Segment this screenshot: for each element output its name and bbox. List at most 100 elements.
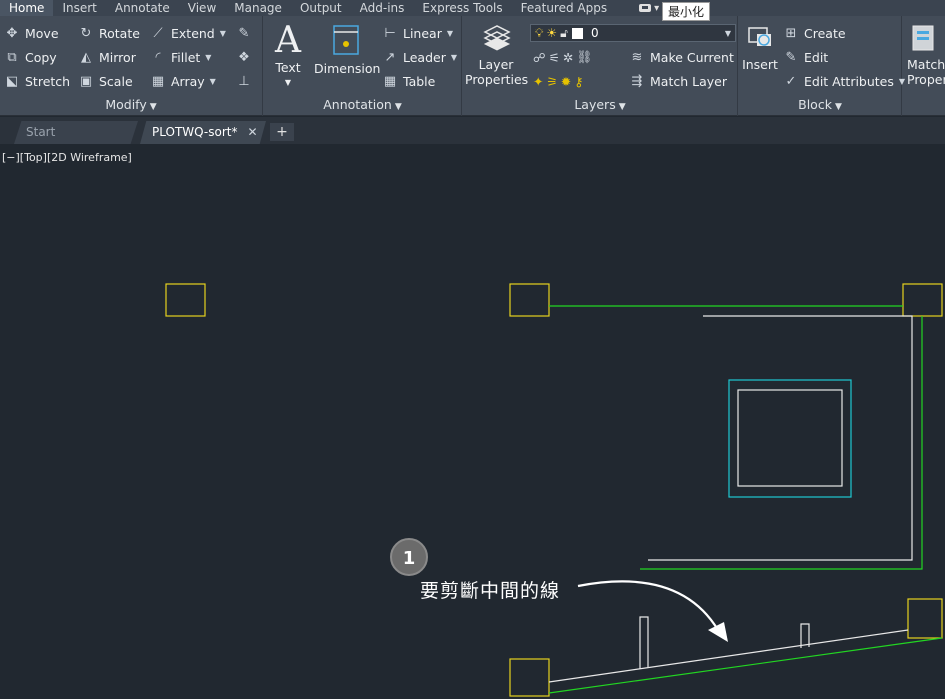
tab-express-tools[interactable]: Express Tools [413,0,511,16]
chevron-down-icon: ▼ [834,102,842,112]
tab-start[interactable]: Start [14,121,138,144]
insert-button[interactable]: Insert [741,22,779,72]
white-inner-square[interactable] [737,389,843,487]
extend-button[interactable]: ⟋ Extend ▼ [150,23,225,43]
green-wall-right[interactable] [640,316,923,570]
edit-attributes-button[interactable]: ✓ Edit Attributes ▼ [783,71,906,91]
layers-panel-title[interactable]: Layers ▼ [463,96,737,114]
tab-add-ins[interactable]: Add-ins [351,0,414,16]
scale-button[interactable]: ▣ Scale [78,71,133,91]
rotate-icon: ↻ [80,25,92,41]
tab-home[interactable]: Home [0,0,54,16]
layer-freeze-icon: ✲ [562,49,577,65]
offset-button[interactable]: ⊥ [236,71,257,91]
tab-insert[interactable]: Insert [53,0,105,16]
text-icon: A [275,20,301,61]
block-panel-title[interactable]: Block ▼ [739,96,901,114]
match-layer-button[interactable]: ⇶ Match Layer [629,71,727,91]
explode-button[interactable]: ❖ [236,47,257,67]
create-block-icon: ⊞ [785,25,797,41]
properties-panel: Match Properties [903,16,945,116]
tab-drawing-active[interactable]: PLOTWQ-sort* ✕ [140,121,266,144]
annotation-panel-title[interactable]: Annotation ▼ [264,96,461,114]
dimension-icon [333,25,359,55]
copy-icon: ⧉ [7,49,17,65]
tooltip: 最小化 [662,2,711,21]
current-layer-name: 0 [590,26,599,40]
make-current-icon: ≋ [631,49,643,65]
text-button[interactable]: A Text ▼ [270,22,306,90]
tab-featured-apps[interactable]: Featured Apps [512,0,616,16]
layer-dropdown[interactable]: 💡︎ ☀ 🔓︎ 0 ▼ [530,24,736,42]
column-square-top-left[interactable] [165,283,206,317]
chevron-down-icon: ▼ [209,76,216,86]
annotation-note: 要剪斷中間的線 [420,580,561,602]
rotate-button[interactable]: ↻ Rotate [78,23,140,43]
leader-icon: ↗ [384,49,396,65]
chevron-down-icon: ▼ [284,78,292,87]
make-current-button[interactable]: ≋ Make Current [629,47,734,67]
mirror-button[interactable]: ◭ Mirror [78,47,136,67]
fillet-icon: ◜ [155,49,161,65]
stretch-button[interactable]: ⬕ Stretch [4,71,70,91]
cyan-outer-square[interactable] [728,379,852,498]
layer-thaw-icon: ✹ [560,73,575,89]
layers-panel: Layer Properties 💡︎ ☀ 🔓︎ 0 ▼ ☍ ⚟ ✲ ⛓ ≋ Make … [463,16,738,116]
white-wall-inner[interactable] [648,315,913,561]
layer-stack-icon [483,25,511,51]
column-square-bottom-right[interactable] [907,598,943,639]
dimension-button[interactable]: Dimension [314,22,380,76]
tab-manage[interactable]: Manage [225,0,291,16]
layer-color-swatch [571,27,583,39]
fillet-button[interactable]: ◜ Fillet ▼ [150,47,211,67]
annotation-panel: A Text ▼ Dimension ⊢ Linear ▼ ↗ Leader ▼ ▦ Ta… [264,16,462,116]
match-properties-icon [912,25,934,51]
ribbon-tab-bar: Home Insert Annotate View Manage Output … [0,0,945,16]
drawing-canvas[interactable] [0,144,945,699]
layer-off-icon: ☍ [533,49,549,65]
explode-icon: ❖ [238,49,250,65]
erase-button[interactable]: ✎ [236,23,257,43]
layer-properties-button[interactable]: Layer Properties [465,22,528,87]
white-wall-bottom-slope[interactable] [548,629,909,683]
column-square-top-right[interactable] [902,283,943,317]
array-icon: ▦ [151,73,165,89]
drawing-viewport[interactable]: [−][Top][2D Wireframe] 1 要剪斷中間的線 [0,144,945,699]
insert-block-icon [748,27,771,46]
annotation-arrowhead [708,622,728,642]
copy-button[interactable]: ⧉ Copy [4,47,56,67]
table-button[interactable]: ▦ Table [382,71,435,91]
layer-tools-row-1[interactable]: ☍ ⚟ ✲ ⛓ [533,47,595,67]
tab-annotate[interactable]: Annotate [106,0,179,16]
minimize-ribbon-toggle[interactable]: ▾ [638,3,659,14]
tab-output[interactable]: Output [291,0,351,16]
linear-dimension-icon: ⊢ [384,25,396,41]
tab-view[interactable]: View [179,0,225,16]
modify-panel-title[interactable]: Modify ▼ [0,96,262,114]
chevron-down-icon: ▼ [394,102,402,112]
close-icon[interactable]: ✕ [247,125,257,139]
move-button[interactable]: ✥ Move [4,23,59,43]
column-square-bottom-left[interactable] [509,658,550,697]
block-panel: Insert ⊞ Create ✎ Edit ✓ Edit Attributes ▼ B… [739,16,906,116]
green-wall-bottom-slope[interactable] [548,637,943,694]
minimize-icon [639,4,652,12]
layer-isolate-icon: ⚟ [548,49,563,65]
unlock-icon: 🔓︎ [560,25,568,40]
layer-tools-row-2[interactable]: ✦ ⚞ ✹ ⚷ [533,71,586,91]
create-block-button[interactable]: ⊞ Create [783,23,846,43]
modify-panel: ✥ Move ↻ Rotate ⟋ Extend ▼ ✎ ⧉ Copy ◭ Mirror ◜… [0,16,263,116]
chevron-down-icon: ▼ [149,102,157,112]
array-button[interactable]: ▦ Array ▼ [150,71,216,91]
offset-icon: ⊥ [238,73,250,89]
lightbulb-icon: 💡︎ [535,25,544,40]
match-properties-button[interactable]: Match Properties [907,22,945,87]
linear-button[interactable]: ⊢ Linear ▼ [382,23,453,43]
leader-button[interactable]: ↗ Leader ▼ [382,47,457,67]
edit-block-button[interactable]: ✎ Edit [783,47,829,67]
document-tab-bar: Start PLOTWQ-sort* ✕ + [0,117,945,144]
column-square-top-mid[interactable] [509,283,550,317]
new-tab-button[interactable]: + [270,123,294,141]
white-post-left[interactable] [639,616,649,669]
chevron-down-icon: ▼ [724,28,731,38]
